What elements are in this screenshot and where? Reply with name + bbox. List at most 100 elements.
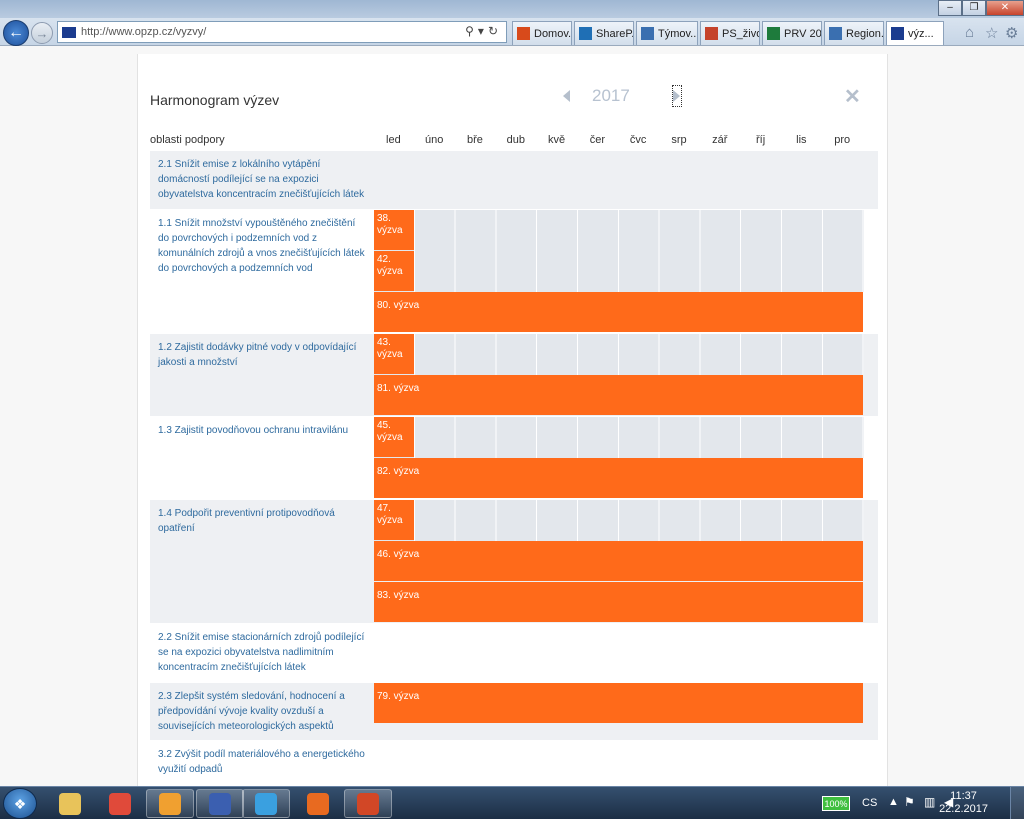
support-area-link[interactable]: 1.3 Zajistit povodňovou ochranu intravil… bbox=[150, 417, 374, 499]
timeline-track: 80. výzva bbox=[374, 292, 864, 333]
browser-tab[interactable]: PS_živo... bbox=[700, 21, 760, 45]
browser-tab[interactable]: Domov... bbox=[512, 21, 572, 45]
month-label: úno bbox=[425, 134, 444, 146]
taskbar: ❖ 100% CS ▲ ⚑ ▥ ◀ 11:37 22.2.2017 bbox=[0, 786, 1024, 819]
call-bar[interactable]: 42. výzva bbox=[374, 251, 414, 291]
previous-year-icon[interactable] bbox=[563, 90, 570, 102]
tab-favicon-icon bbox=[891, 27, 904, 40]
year-label: 2017 bbox=[592, 86, 630, 105]
next-year-button[interactable] bbox=[671, 85, 682, 107]
taskbar-app-floppy[interactable] bbox=[196, 789, 244, 818]
support-area-row: 1.4 Podpořit preventivní protipovodňová … bbox=[150, 499, 878, 623]
address-tools-icon[interactable]: ⚲▾↻ bbox=[465, 24, 502, 38]
timeline-track: 46. výzva bbox=[374, 541, 864, 582]
tab-label: Region... bbox=[846, 27, 884, 40]
address-bar[interactable]: http://www.opzp.cz/vyzvy/ ⚲▾↻ bbox=[57, 21, 507, 43]
support-area-row: 1.3 Zajistit povodňovou ochranu intravil… bbox=[150, 416, 878, 499]
support-area-row: 2.1 Snížit emise z lokálního vytápění do… bbox=[150, 150, 878, 209]
powerpoint-icon bbox=[357, 792, 379, 815]
favorites-icon[interactable]: ☆ bbox=[985, 24, 998, 42]
home-icon[interactable]: ⌂ bbox=[965, 24, 974, 41]
call-bar[interactable]: 82. výzva bbox=[374, 458, 863, 498]
tab-favicon-icon bbox=[767, 27, 780, 40]
forward-button[interactable]: → bbox=[31, 22, 53, 44]
schedule-modal: Harmonogram výzev 2017 ✕ oblasti podpory… bbox=[137, 54, 888, 794]
browser-tab[interactable]: Týmov... bbox=[636, 21, 698, 45]
browser-tab[interactable]: Region... bbox=[824, 21, 884, 45]
month-label: zář bbox=[712, 134, 728, 146]
call-bar[interactable]: 45. výzva bbox=[374, 417, 414, 457]
tab-favicon-icon bbox=[517, 27, 530, 40]
call-bar[interactable]: 46. výzva bbox=[374, 541, 863, 581]
modal-title: Harmonogram výzev bbox=[150, 92, 280, 108]
clock[interactable]: 11:37 22.2.2017 bbox=[939, 790, 988, 816]
support-area-link[interactable]: 1.1 Snížit množství vypouštěného znečišt… bbox=[150, 210, 374, 333]
start-button[interactable]: ❖ bbox=[3, 788, 37, 819]
timeline-track: 83. výzva bbox=[374, 582, 864, 623]
taskbar-app-firefox[interactable] bbox=[294, 789, 342, 818]
support-area-link[interactable]: 1.2 Zajistit dodávky pitné vody v odpoví… bbox=[150, 334, 374, 416]
close-window-button[interactable]: ✕ bbox=[986, 0, 1024, 16]
call-bar[interactable]: 83. výzva bbox=[374, 582, 863, 622]
month-label: dub bbox=[506, 134, 525, 146]
outlook-icon bbox=[159, 792, 181, 815]
support-area-link[interactable]: 2.3 Zlepšit systém sledování, hodnocení … bbox=[150, 683, 374, 740]
months-header: led úno bře dub kvě čer čvc srp zář říj lis pro bbox=[373, 134, 863, 146]
support-area-row: 1.2 Zajistit dodávky pitné vody v odpoví… bbox=[150, 333, 878, 416]
tab-favicon-icon bbox=[705, 27, 718, 40]
call-bar[interactable]: 43. výzva bbox=[374, 334, 414, 374]
browser-tab[interactable]: ShareP... bbox=[574, 21, 634, 45]
firefox-icon bbox=[307, 792, 329, 815]
show-desktop-button[interactable] bbox=[1010, 787, 1024, 819]
row-tracks bbox=[374, 624, 878, 682]
tab-label: PRV 20... bbox=[784, 27, 822, 40]
row-tracks: 79. výzva bbox=[374, 683, 878, 740]
month-label: bře bbox=[467, 134, 483, 146]
timeline-track: 79. výzva bbox=[374, 683, 864, 724]
tab-label: výz... bbox=[908, 27, 934, 40]
tray-expand-icon[interactable]: ▲ bbox=[888, 796, 899, 808]
timeline-track: 45. výzva bbox=[374, 417, 864, 458]
month-label: srp bbox=[671, 134, 687, 146]
clock-time: 11:37 bbox=[950, 790, 977, 802]
address-text: http://www.opzp.cz/vyzvy/ bbox=[81, 26, 207, 38]
support-area-link[interactable]: 2.2 Snížit emise stacionárních zdrojů po… bbox=[150, 624, 374, 682]
support-area-link[interactable]: 2.1 Snížit emise z lokálního vytápění do… bbox=[150, 151, 374, 209]
network-icon[interactable]: ▥ bbox=[924, 795, 935, 809]
call-bar[interactable]: 38. výzva bbox=[374, 210, 414, 250]
back-button[interactable]: ← bbox=[3, 20, 29, 46]
browser-tab[interactable]: PRV 20... bbox=[762, 21, 822, 45]
taskbar-app-outlook[interactable] bbox=[146, 789, 194, 818]
support-area-link[interactable]: 1.4 Podpořit preventivní protipovodňová … bbox=[150, 500, 374, 623]
chrome-icon bbox=[109, 792, 131, 815]
taskbar-app-internet-explorer[interactable] bbox=[242, 789, 290, 818]
row-tracks: 45. výzva 82. výzva bbox=[374, 417, 878, 499]
support-area-row: 2.3 Zlepšit systém sledování, hodnocení … bbox=[150, 682, 878, 740]
browser-toolbar: ← → http://www.opzp.cz/vyzvy/ ⚲▾↻ Domov.… bbox=[0, 18, 1024, 46]
call-bar[interactable]: 79. výzva bbox=[374, 683, 863, 723]
settings-gear-icon[interactable]: ⚙ bbox=[1005, 24, 1018, 42]
taskbar-app-explorer[interactable] bbox=[46, 789, 94, 818]
row-tracks: 47. výzva 46. výzva 83. výzva bbox=[374, 500, 878, 623]
year-navigation: 2017 bbox=[563, 84, 682, 108]
minimize-button[interactable]: – bbox=[938, 0, 962, 16]
call-bar[interactable]: 81. výzva bbox=[374, 375, 863, 415]
maximize-button[interactable]: ❐ bbox=[962, 0, 986, 16]
month-label: lis bbox=[796, 134, 807, 146]
browser-tab[interactable]: výz... bbox=[886, 21, 944, 45]
tab-label: Domov... bbox=[534, 27, 572, 40]
explorer-icon bbox=[59, 792, 81, 815]
support-area-row: 1.1 Snížit množství vypouštěného znečišt… bbox=[150, 209, 878, 333]
taskbar-app-chrome[interactable] bbox=[96, 789, 144, 818]
row-tracks: 38. výzva 42. výzva 80. výzva bbox=[374, 210, 878, 333]
windows-logo-icon: ❖ bbox=[13, 796, 27, 812]
tab-label: PS_živo... bbox=[722, 27, 759, 40]
language-indicator[interactable]: CS bbox=[862, 797, 877, 809]
battery-indicator[interactable]: 100% bbox=[822, 796, 850, 811]
month-label: led bbox=[386, 134, 401, 146]
call-bar[interactable]: 80. výzva bbox=[374, 292, 863, 332]
call-bar[interactable]: 47. výzva bbox=[374, 500, 414, 540]
close-modal-icon[interactable]: ✕ bbox=[844, 84, 861, 109]
taskbar-app-powerpoint[interactable] bbox=[344, 789, 392, 818]
action-center-flag-icon[interactable]: ⚑ bbox=[904, 795, 915, 809]
